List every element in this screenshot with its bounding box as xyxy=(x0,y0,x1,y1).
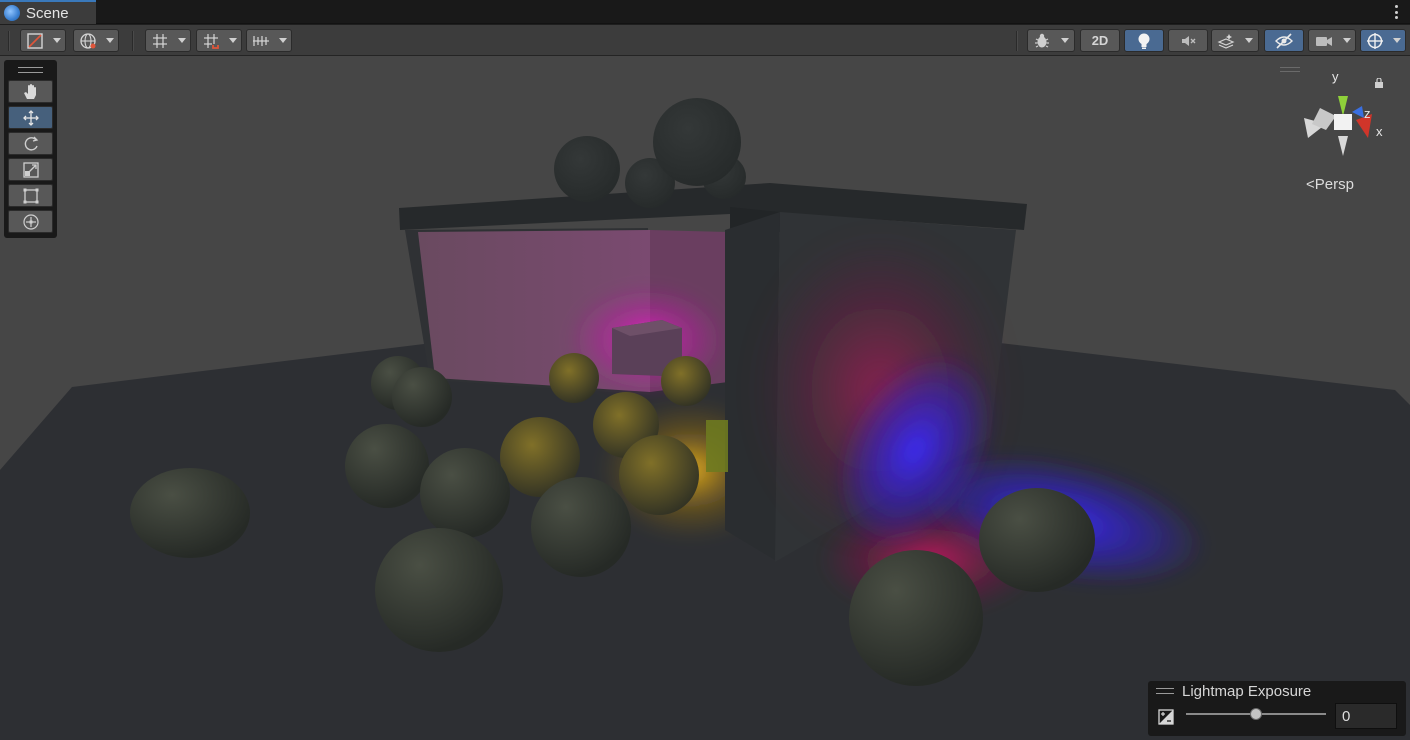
axis-x-label: x xyxy=(1376,124,1383,139)
lock-icon[interactable] xyxy=(1374,78,1384,88)
chevron-down-icon xyxy=(1392,38,1401,43)
rotate-icon xyxy=(24,136,38,151)
axis-y-cone[interactable] xyxy=(1338,96,1348,116)
palette-grip[interactable] xyxy=(18,67,43,73)
gizmo-icon xyxy=(1366,32,1383,49)
chevron-down-icon xyxy=(1061,38,1069,43)
transform-tool[interactable] xyxy=(8,210,53,233)
scene-camera-dropdown[interactable] xyxy=(1308,29,1356,52)
axis-neg-y-cone[interactable] xyxy=(1338,136,1348,156)
rect-tool[interactable] xyxy=(8,184,53,207)
lightmap-exposure-overlay: Lightmap Exposure 0 xyxy=(1148,681,1406,736)
exposure-value-field[interactable]: 0 xyxy=(1335,703,1397,729)
move-tool[interactable] xyxy=(8,106,53,129)
gizmos-dropdown[interactable] xyxy=(1360,29,1406,52)
grid-icon xyxy=(152,33,167,48)
camera-icon xyxy=(1315,36,1332,46)
scene-effects-dropdown[interactable] xyxy=(1211,29,1259,52)
scene-lighting-toggle[interactable] xyxy=(1124,29,1164,52)
grid-snapping-dropdown[interactable] xyxy=(196,29,242,52)
rect-icon xyxy=(23,188,38,203)
debug-mode-dropdown[interactable] xyxy=(1027,29,1075,52)
chevron-down-icon xyxy=(177,38,186,43)
debug-icon xyxy=(1035,33,1049,48)
overlay-grip[interactable] xyxy=(1156,688,1174,694)
scene-icon xyxy=(4,5,20,21)
center-cube[interactable] xyxy=(1334,114,1352,130)
scale-icon xyxy=(22,161,39,178)
hidden-eye-icon xyxy=(1275,32,1293,49)
more-options-icon[interactable] xyxy=(1390,3,1402,21)
scene-viewport[interactable]: y z x <Persp xyxy=(0,56,1410,740)
draw-mode-dropdown[interactable] xyxy=(20,29,66,52)
axis-z-cone[interactable] xyxy=(1352,106,1364,118)
toolbar-separator xyxy=(1016,31,1018,51)
draw-mode-icon xyxy=(26,32,43,49)
chevron-down-icon xyxy=(228,38,237,43)
axis-z-label: z xyxy=(1364,106,1371,121)
toolbar-separator xyxy=(8,31,10,51)
toggle-2d-button[interactable]: 2D xyxy=(1080,29,1120,52)
ruler-icon xyxy=(253,35,269,46)
effects-icon xyxy=(1217,33,1235,49)
chevron-down-icon xyxy=(105,38,114,43)
scene-visibility-toggle[interactable] xyxy=(1264,29,1304,52)
rotate-tool[interactable] xyxy=(8,132,53,155)
persp-chevron-icon: < xyxy=(1306,176,1315,193)
hand-icon xyxy=(23,83,36,99)
lightbulb-icon xyxy=(1138,33,1150,49)
audio-mute-icon xyxy=(1182,35,1196,46)
exposure-icon xyxy=(1158,709,1174,725)
hand-tool[interactable] xyxy=(8,80,53,103)
global-local-dropdown[interactable] xyxy=(73,29,119,52)
increment-snapping-dropdown[interactable] xyxy=(246,29,292,52)
axis-y-label: y xyxy=(1332,69,1339,84)
chevron-down-icon xyxy=(279,38,287,43)
scene-tab-label: Scene xyxy=(26,4,69,22)
tool-palette xyxy=(4,60,57,238)
scene-toolbar: 2D xyxy=(0,25,1410,56)
scene-audio-toggle[interactable] xyxy=(1168,29,1208,52)
exposure-slider-thumb[interactable] xyxy=(1250,708,1262,720)
scene-render xyxy=(0,67,1410,740)
move-icon xyxy=(22,109,39,126)
transform-icon xyxy=(22,213,39,230)
toolbar-separator xyxy=(132,31,134,51)
chevron-down-icon xyxy=(1245,38,1253,43)
scale-tool[interactable] xyxy=(8,158,53,181)
grid-visibility-dropdown[interactable] xyxy=(145,29,191,52)
chevron-down-icon xyxy=(52,38,61,43)
scene-tab[interactable]: Scene xyxy=(0,0,96,24)
chevron-down-icon xyxy=(1342,38,1351,43)
snap-grid-icon xyxy=(203,33,219,49)
projection-toggle[interactable]: <Persp xyxy=(1306,176,1354,193)
lightmap-exposure-title: Lightmap Exposure xyxy=(1182,683,1312,700)
tab-bar: Scene xyxy=(0,0,1410,24)
globe-icon xyxy=(79,32,96,49)
projection-label: Persp xyxy=(1314,176,1354,193)
